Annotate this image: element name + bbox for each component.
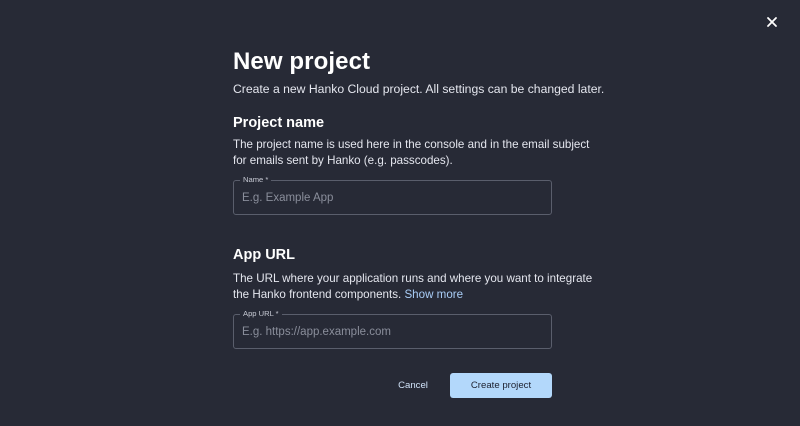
- dialog-actions: Cancel Create project: [233, 373, 552, 398]
- new-project-dialog: New project Create a new Hanko Cloud pro…: [0, 0, 800, 426]
- page-subtitle: Create a new Hanko Cloud project. All se…: [233, 82, 605, 96]
- project-name-input[interactable]: [234, 181, 551, 214]
- app-url-heading: App URL: [233, 247, 296, 263]
- app-url-description-line1: The URL where your application runs and …: [233, 272, 593, 285]
- app-url-description-line2: the Hanko frontend components. Show more: [233, 287, 552, 303]
- app-url-description-text: the Hanko frontend components.: [233, 288, 402, 301]
- project-name-field: Name *: [233, 175, 552, 215]
- dialog-content: New project Create a new Hanko Cloud pro…: [233, 46, 605, 349]
- close-icon: [767, 17, 777, 27]
- app-url-field: App URL *: [233, 309, 552, 349]
- project-name-description-line2: for emails sent by Hanko (e.g. passcodes…: [233, 154, 453, 167]
- cancel-button[interactable]: Cancel: [373, 373, 453, 398]
- page-title: New project: [233, 48, 371, 75]
- create-project-button[interactable]: Create project: [450, 373, 552, 398]
- project-name-heading: Project name: [233, 115, 325, 131]
- project-name-description-line1: The project name is used here in the con…: [233, 138, 590, 151]
- app-url-input[interactable]: [234, 315, 551, 348]
- show-more-link[interactable]: Show more: [404, 288, 463, 301]
- close-button[interactable]: [763, 13, 781, 31]
